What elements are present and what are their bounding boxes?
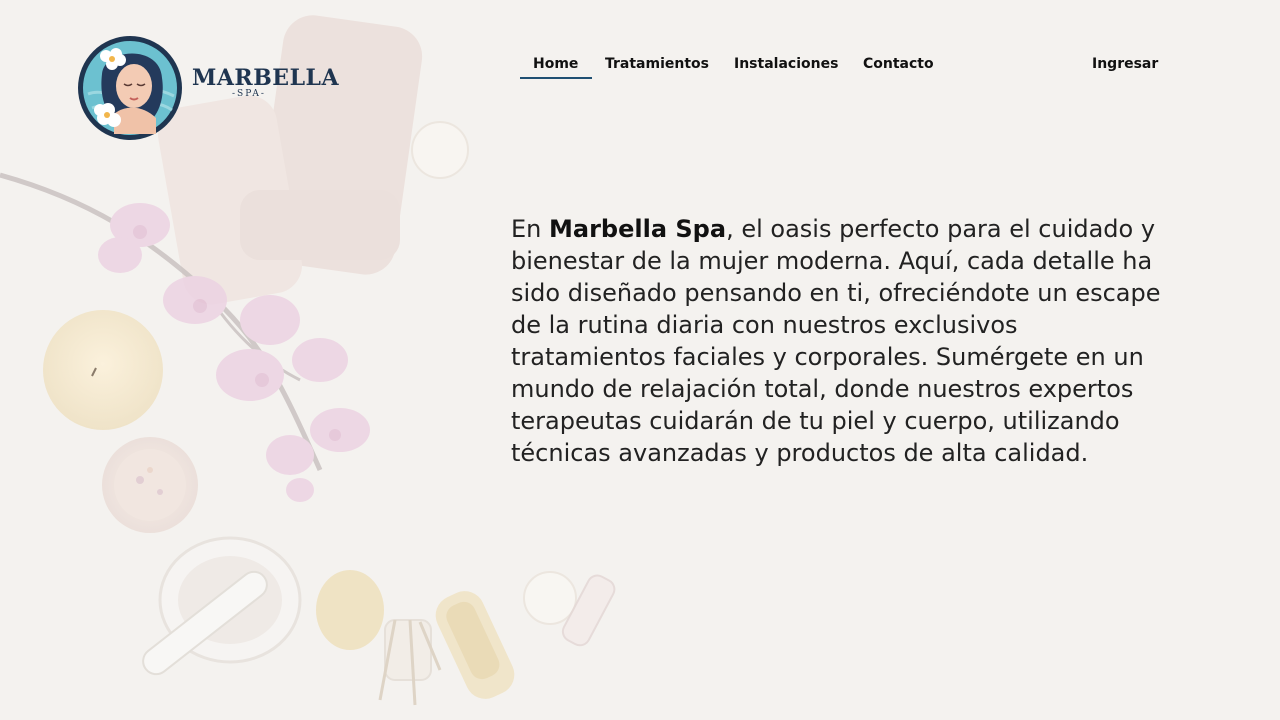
tealight-candle bbox=[411, 121, 469, 179]
logo-subtitle: -SPA- bbox=[232, 89, 266, 99]
nav-item-contacto[interactable]: Contacto bbox=[863, 56, 934, 72]
nav-item-tratamientos[interactable]: Tratamientos bbox=[605, 56, 709, 72]
logo-wordmark: MARBELLA bbox=[192, 65, 340, 91]
sea-sponge bbox=[316, 570, 384, 650]
salt-jar bbox=[102, 437, 198, 533]
intro-brand-name: Marbella Spa bbox=[549, 215, 727, 243]
logo-emblem-icon bbox=[78, 36, 182, 140]
login-link[interactable]: Ingresar bbox=[1092, 56, 1158, 72]
nav-item-instalaciones[interactable]: Instalaciones bbox=[734, 56, 838, 72]
tealight-candle-small bbox=[523, 571, 577, 625]
nav-active-underline bbox=[520, 77, 592, 79]
logo[interactable]: MARBELLA -SPA- bbox=[74, 34, 339, 140]
intro-prefix: En bbox=[511, 215, 550, 243]
pillar-candle bbox=[43, 310, 163, 430]
nav-item-home[interactable]: Home bbox=[533, 56, 578, 72]
intro-body: , el oasis perfecto para el cuidado y bi… bbox=[511, 215, 1161, 467]
intro-paragraph: En Marbella Spa, el oasis perfecto para … bbox=[511, 213, 1171, 469]
